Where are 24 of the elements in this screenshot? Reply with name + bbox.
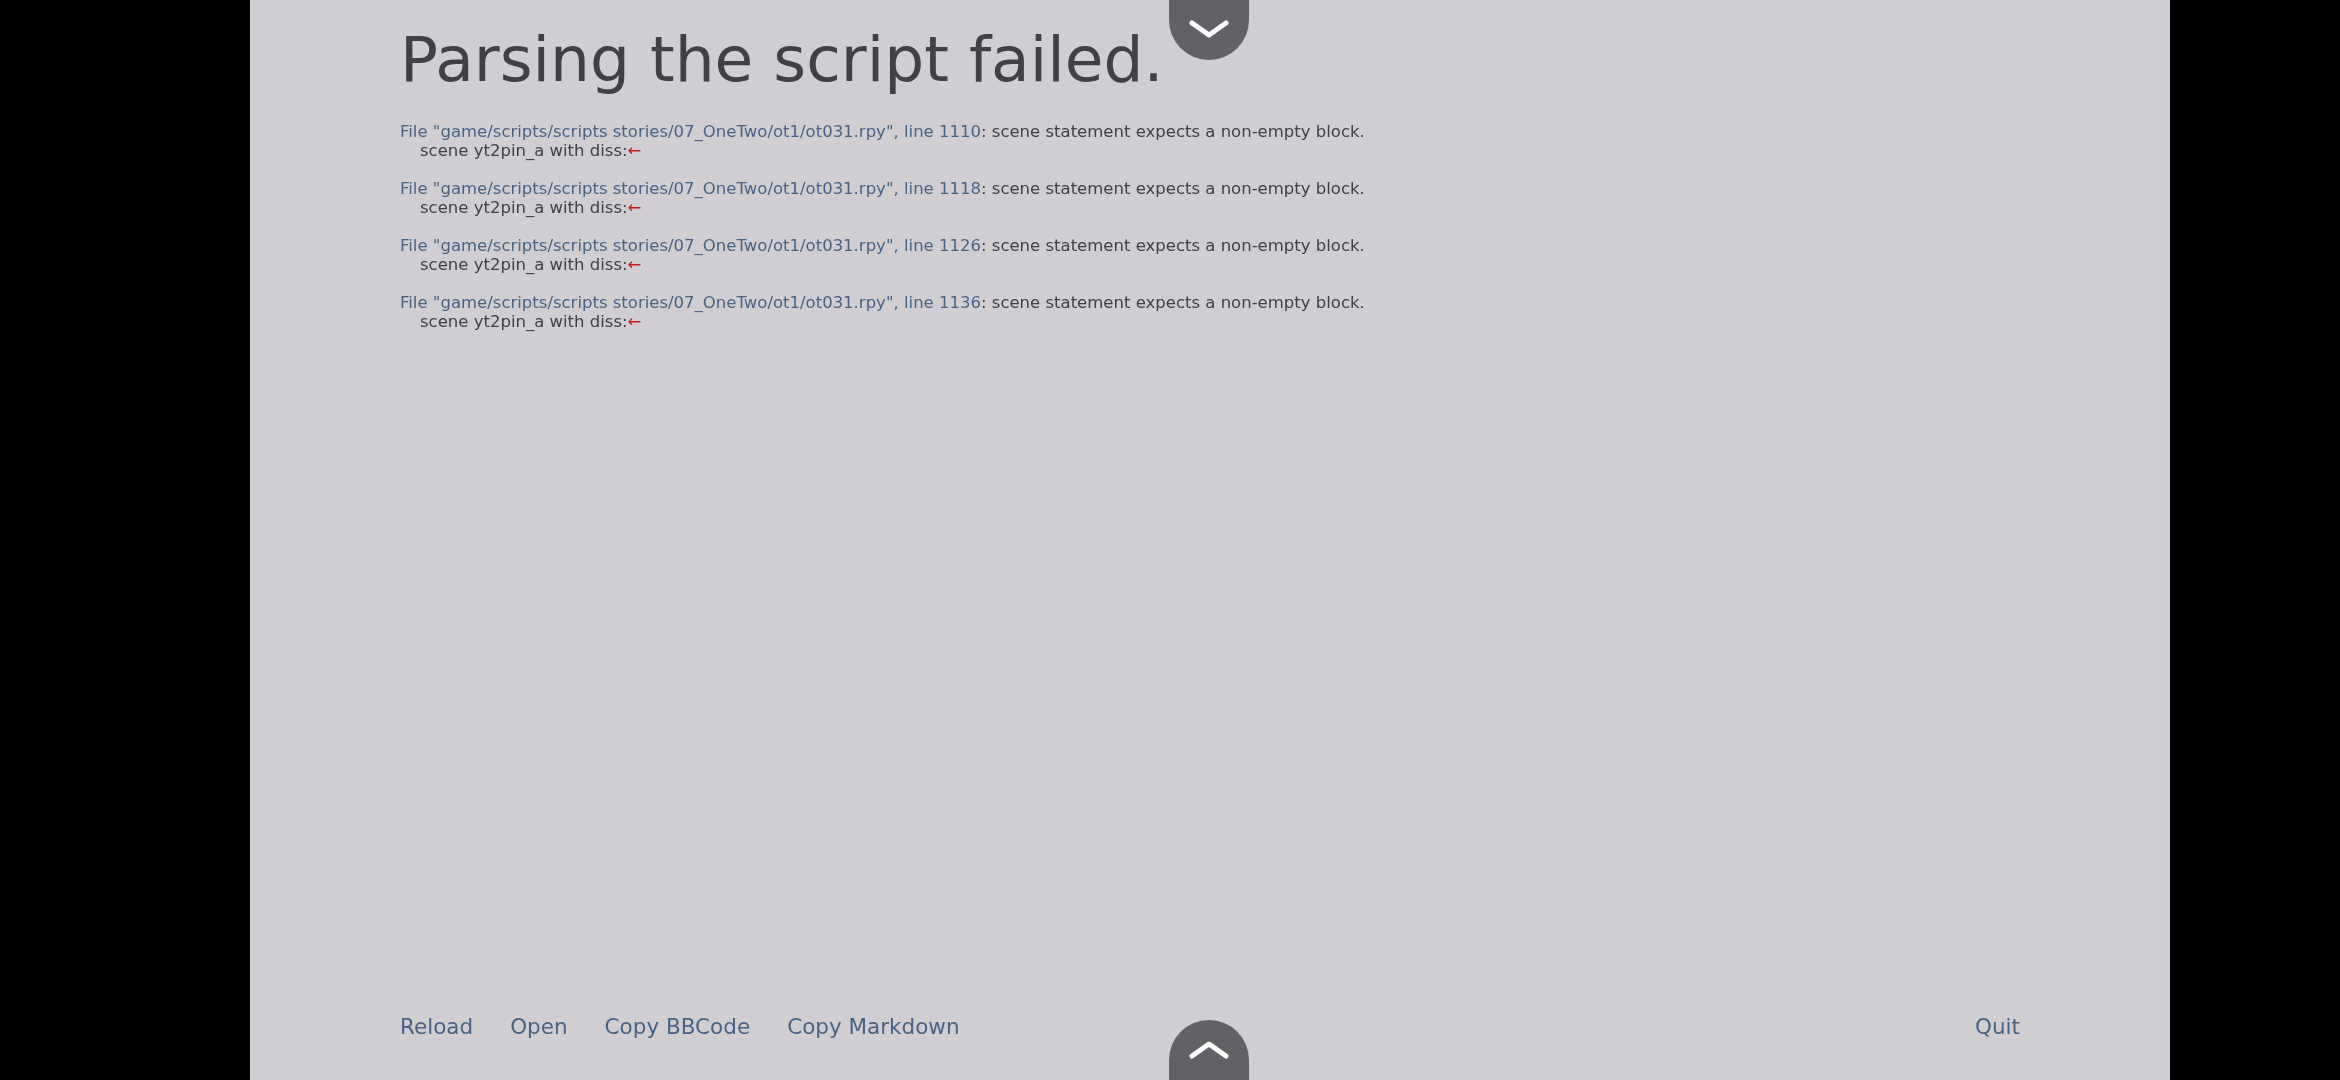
error-marker: ← xyxy=(627,255,642,274)
error-title: Parsing the script failed. xyxy=(400,22,1164,98)
error-message: File "game/scripts/scripts stories/07_OneTwo/ot1/ot031.rpy", line 1110: scene statement expects a non-empty block. xyxy=(400,122,1366,141)
file-location-link[interactable]: File "game/scripts/scripts stories/07_OneTwo/ot1/ot031.rpy", line 1136 xyxy=(400,293,981,312)
action-link[interactable]: Reload xyxy=(400,1014,474,1040)
error-marker: ← xyxy=(627,198,642,217)
file-location-link[interactable]: File "game/scripts/scripts stories/07_OneTwo/ot1/ot031.rpy", line 1110 xyxy=(400,122,981,141)
code-line: scene yt2pin_a with diss: xyxy=(420,198,628,217)
file-location-link[interactable]: File "game/scripts/scripts stories/07_OneTwo/ot1/ot031.rpy", line 1126 xyxy=(400,236,981,255)
error-message: File "game/scripts/scripts stories/07_OneTwo/ot1/ot031.rpy", line 1118: scene statement expects a non-empty block. xyxy=(400,179,1366,198)
error-message: File "game/scripts/scripts stories/07_OneTwo/ot1/ot031.rpy", line 1136: scene statement expects a non-empty block. xyxy=(400,293,1366,312)
action-link[interactable]: Copy BBCode xyxy=(604,1014,751,1040)
expand-handle[interactable] xyxy=(1169,1020,1249,1080)
file-location-link[interactable]: File "game/scripts/scripts stories/07_OneTwo/ot1/ot031.rpy", line 1118 xyxy=(400,179,981,198)
code-line: scene yt2pin_a with diss: xyxy=(420,312,628,331)
quit-link[interactable]: Quit xyxy=(1975,1014,2020,1040)
action-link[interactable]: Open xyxy=(510,1014,568,1040)
action-link[interactable]: Copy Markdown xyxy=(787,1014,960,1040)
code-line: scene yt2pin_a with diss: xyxy=(420,255,628,274)
error-marker: ← xyxy=(627,141,642,160)
error-message: File "game/scripts/scripts stories/07_OneTwo/ot1/ot031.rpy", line 1126: scene statement expects a non-empty block. xyxy=(400,236,1366,255)
code-line: scene yt2pin_a with diss: xyxy=(420,141,628,160)
error-marker: ← xyxy=(627,312,642,331)
collapse-handle[interactable] xyxy=(1169,0,1249,60)
